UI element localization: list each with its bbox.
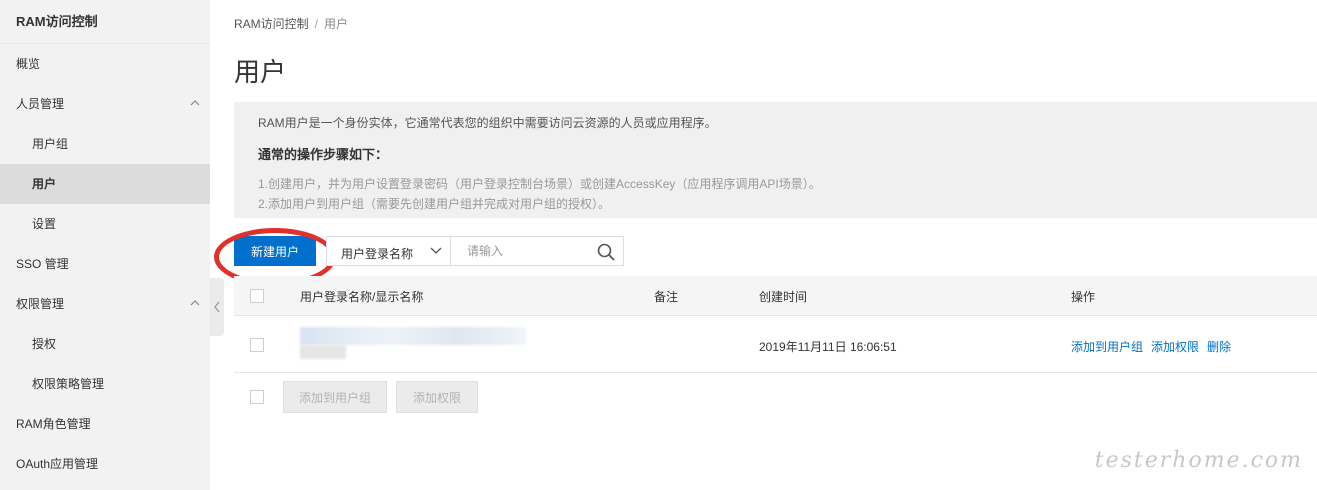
add-permission-link[interactable]: 添加权限	[1151, 338, 1199, 355]
row-checkbox[interactable]	[250, 338, 264, 352]
sidebar-item-sso[interactable]: SSO 管理	[0, 244, 210, 284]
sidebar-item-overview[interactable]: 概览	[0, 44, 210, 84]
sidebar-collapse-toggle[interactable]	[210, 278, 224, 336]
breadcrumb: RAM访问控制 / 用户	[234, 15, 348, 32]
chevron-up-icon	[190, 100, 200, 106]
page-title: 用户	[234, 57, 287, 87]
sidebar-title: RAM访问控制	[0, 0, 210, 44]
sidebar-item-people-management[interactable]: 人员管理	[0, 84, 210, 124]
select-all-checkbox[interactable]	[250, 289, 264, 303]
sidebar-item-grants[interactable]: 授权	[0, 324, 210, 364]
column-header-actions: 操作	[1071, 290, 1096, 304]
column-header-remark: 备注	[654, 290, 679, 304]
sidebar-item-permission-management[interactable]: 权限管理	[0, 284, 210, 324]
breadcrumb-root[interactable]: RAM访问控制	[234, 17, 309, 31]
sidebar: RAM访问控制 概览 人员管理 用户组 用户 设置 SSO 管理 权限管理 授权…	[0, 0, 210, 490]
sidebar-item-label: 权限管理	[16, 297, 65, 311]
chevron-up-icon	[190, 300, 200, 306]
redacted-user-name[interactable]	[300, 327, 526, 345]
sidebar-item-users[interactable]: 用户	[0, 164, 210, 204]
sidebar-item-ram-roles[interactable]: RAM角色管理	[0, 404, 210, 444]
search-icon[interactable]	[597, 243, 615, 261]
main-content: RAM访问控制 / 用户 用户 RAM用户是一个身份实体，它通常代表您的组织中需要访…	[214, 0, 1317, 490]
info-description: RAM用户是一个身份实体，它通常代表您的组织中需要访问云资源的人员或应用程序。	[258, 116, 717, 130]
sidebar-item-policies[interactable]: 权限策略管理	[0, 364, 210, 404]
delete-link[interactable]: 删除	[1207, 338, 1231, 355]
sidebar-item-label: 人员管理	[16, 97, 65, 111]
add-to-group-link[interactable]: 添加到用户组	[1071, 338, 1143, 355]
sidebar-item-user-groups[interactable]: 用户组	[0, 124, 210, 164]
info-step-1: 1.创建用户，并为用户设置登录密码（用户登录控制台场景）或创建AccessKey…	[258, 177, 821, 191]
chevron-down-icon	[430, 247, 442, 254]
column-header-created: 创建时间	[759, 290, 808, 304]
info-step-2: 2.添加用户到用户组（需要先创建用户组并完成对用户组的授权）。	[258, 197, 611, 211]
search-input[interactable]	[451, 237, 591, 265]
sidebar-item-oauth-apps[interactable]: OAuth应用管理	[0, 444, 210, 484]
table-header: 用户登录名称/显示名称 备注 创建时间 操作	[234, 276, 1317, 316]
chevron-left-icon	[214, 301, 220, 313]
redacted-display-name	[300, 345, 346, 359]
bulk-add-permission-button[interactable]: 添加权限	[396, 381, 478, 413]
bulk-add-to-group-button[interactable]: 添加到用户组	[283, 381, 387, 413]
column-header-name: 用户登录名称/显示名称	[300, 290, 424, 304]
search-field-select[interactable]: 用户登录名称	[326, 236, 451, 266]
select-value: 用户登录名称	[341, 247, 414, 261]
watermark: testerhome.com	[1094, 448, 1303, 473]
sidebar-item-settings[interactable]: 设置	[0, 204, 210, 244]
breadcrumb-separator: /	[314, 17, 319, 31]
bulk-select-checkbox[interactable]	[250, 390, 264, 404]
search-box	[450, 236, 624, 266]
info-panel: RAM用户是一个身份实体，它通常代表您的组织中需要访问云资源的人员或应用程序。 …	[234, 102, 1317, 218]
breadcrumb-current: 用户	[324, 17, 349, 31]
table-row: 2019年11月11日 16:06:51 添加到用户组 添加权限 删除	[234, 316, 1317, 373]
info-heading: 通常的操作步骤如下：	[258, 147, 389, 162]
created-time: 2019年11月11日 16:06:51	[759, 340, 897, 354]
